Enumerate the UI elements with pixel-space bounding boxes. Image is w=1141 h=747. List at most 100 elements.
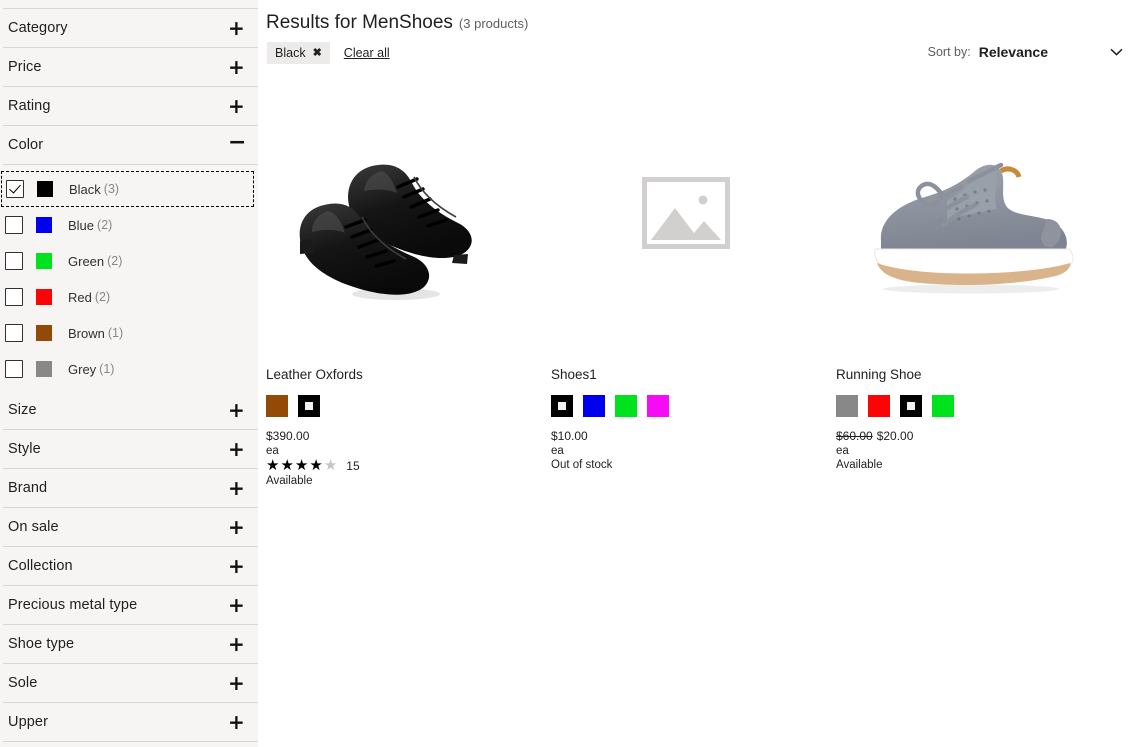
color-option-label: Green [68, 254, 104, 269]
color-option-count: (2) [97, 218, 112, 232]
page-title: Results for MenShoes [266, 12, 453, 34]
facet-title: On sale [8, 519, 59, 535]
results-panel: Results for MenShoes (3 products) Black … [258, 0, 1141, 747]
color-option-count: (2) [95, 290, 110, 304]
facet-title: Sole [8, 675, 37, 691]
facet-header-brand[interactable]: Brand + [3, 469, 258, 508]
checkbox-icon[interactable] [5, 288, 23, 306]
plus-icon[interactable]: + [228, 634, 244, 654]
plus-icon[interactable]: + [228, 439, 244, 459]
plus-icon[interactable]: + [228, 18, 244, 38]
original-price: $60.00 [836, 429, 873, 443]
product-color-swatch[interactable] [647, 395, 669, 417]
facet-title: Price [8, 59, 42, 75]
plus-icon[interactable]: + [228, 556, 244, 576]
product-image[interactable] [266, 78, 535, 348]
color-option-label: Black [69, 182, 101, 197]
color-option-brown[interactable]: Brown(1) [0, 315, 258, 351]
product-swatches [551, 395, 820, 417]
color-option-label: Brown [68, 326, 105, 341]
plus-icon[interactable]: + [228, 673, 244, 693]
checkbox-icon[interactable] [5, 216, 23, 234]
product-card[interactable]: Running Shoe $60.00$20.00 ea Available [836, 78, 1105, 487]
sort-by-dropdown[interactable]: Sort by: Relevance [928, 44, 1123, 60]
product-color-swatch-selected[interactable] [900, 395, 922, 417]
price-line: $60.00$20.00 [836, 429, 1105, 443]
filter-chip-label: Black [275, 46, 306, 60]
facet-header-precious-metal-type[interactable]: Precious metal type+ [3, 586, 258, 625]
product-color-swatch[interactable] [932, 395, 954, 417]
color-swatch-icon [36, 217, 52, 233]
facet-header-on-sale[interactable]: On sale + [3, 508, 258, 547]
image-placeholder-icon [642, 177, 730, 249]
checkbox-icon[interactable] [5, 252, 23, 270]
color-option-red[interactable]: Red(2) [0, 279, 258, 315]
plus-icon[interactable]: + [228, 478, 244, 498]
checkbox-checked-icon[interactable] [6, 180, 24, 198]
color-option-blue[interactable]: Blue(2) [0, 207, 258, 243]
product-search-page: Category+ Price + Rating + Color − Black(3)Blue… [0, 0, 1141, 747]
price-line: $10.00 [551, 429, 820, 443]
plus-icon[interactable]: + [228, 400, 244, 420]
star-icon: ★ [266, 458, 280, 473]
results-count: (3 products) [459, 16, 528, 31]
rating-count: 15 [346, 459, 359, 473]
clear-all-link[interactable]: Clear all [344, 46, 390, 60]
facet-header-style[interactable]: Style + [3, 430, 258, 469]
facet-title: Color [8, 137, 43, 153]
availability-status: Available [836, 459, 1105, 471]
product-image[interactable] [551, 78, 820, 348]
product-color-swatch-selected[interactable] [298, 395, 320, 417]
facet-body-color: Black(3)Blue(2)Green(2)Red(2)Brown(1)Gre… [0, 165, 258, 391]
facet-title: Brand [8, 480, 47, 496]
facet-header-color[interactable]: Color − [3, 126, 258, 165]
availability-status: Available [266, 475, 535, 487]
facet-title: Rating [8, 98, 51, 114]
product-color-swatch-selected[interactable] [551, 395, 573, 417]
product-image[interactable] [836, 78, 1105, 348]
product-swatches [836, 395, 1105, 417]
color-option-black[interactable]: Black(3) [1, 171, 254, 207]
star-icon: ★ [295, 458, 309, 473]
filter-chip-black[interactable]: Black ✖ [267, 42, 330, 64]
product-card[interactable]: Leather Oxfords$390.00ea★★★★★15Available [266, 78, 535, 487]
facet-title: Style [8, 441, 41, 457]
unit-of-measure: ea [836, 445, 1105, 457]
price-line: $390.00 [266, 429, 535, 443]
product-title: Shoes1 [551, 367, 820, 382]
plus-icon[interactable]: + [228, 57, 244, 77]
checkbox-icon[interactable] [5, 360, 23, 378]
close-icon[interactable]: ✖ [313, 46, 322, 59]
facet-title: Upper [8, 714, 48, 730]
facet-header-sole[interactable]: Sole + [3, 664, 258, 703]
facet-header-upper[interactable]: Upper + [3, 703, 258, 742]
facet-header-rating[interactable]: Rating + [3, 87, 258, 126]
plus-icon[interactable]: + [228, 96, 244, 116]
product-title: Running Shoe [836, 367, 1105, 382]
color-option-grey[interactable]: Grey(1) [0, 351, 258, 387]
facet-header-collection[interactable]: Collection+ [3, 547, 258, 586]
product-color-swatch[interactable] [836, 395, 858, 417]
plus-icon[interactable]: + [228, 517, 244, 537]
chevron-down-icon[interactable] [1110, 45, 1123, 59]
product-card[interactable]: Shoes1$10.00eaOut of stock [551, 78, 820, 487]
color-option-label: Grey [68, 362, 96, 377]
unit-of-measure: ea [551, 445, 820, 457]
star-icon: ★ [324, 458, 338, 473]
product-color-swatch[interactable] [583, 395, 605, 417]
facet-header-category[interactable]: Category+ [3, 9, 258, 48]
color-option-green[interactable]: Green(2) [0, 243, 258, 279]
results-header: Results for MenShoes (3 products) [258, 0, 1141, 34]
facet-header-size[interactable]: Size+ [3, 391, 258, 430]
facet-header-shoe-type[interactable]: Shoe type+ [3, 625, 258, 664]
plus-icon[interactable]: + [228, 595, 244, 615]
product-color-swatch[interactable] [868, 395, 890, 417]
facet-header-price[interactable]: Price + [3, 48, 258, 87]
checkbox-icon[interactable] [5, 324, 23, 342]
product-color-swatch[interactable] [615, 395, 637, 417]
minus-icon[interactable]: − [228, 132, 244, 154]
color-option-count: (1) [108, 326, 123, 340]
product-color-swatch[interactable] [266, 395, 288, 417]
plus-icon[interactable]: + [228, 712, 244, 732]
color-option-count: (1) [99, 362, 114, 376]
